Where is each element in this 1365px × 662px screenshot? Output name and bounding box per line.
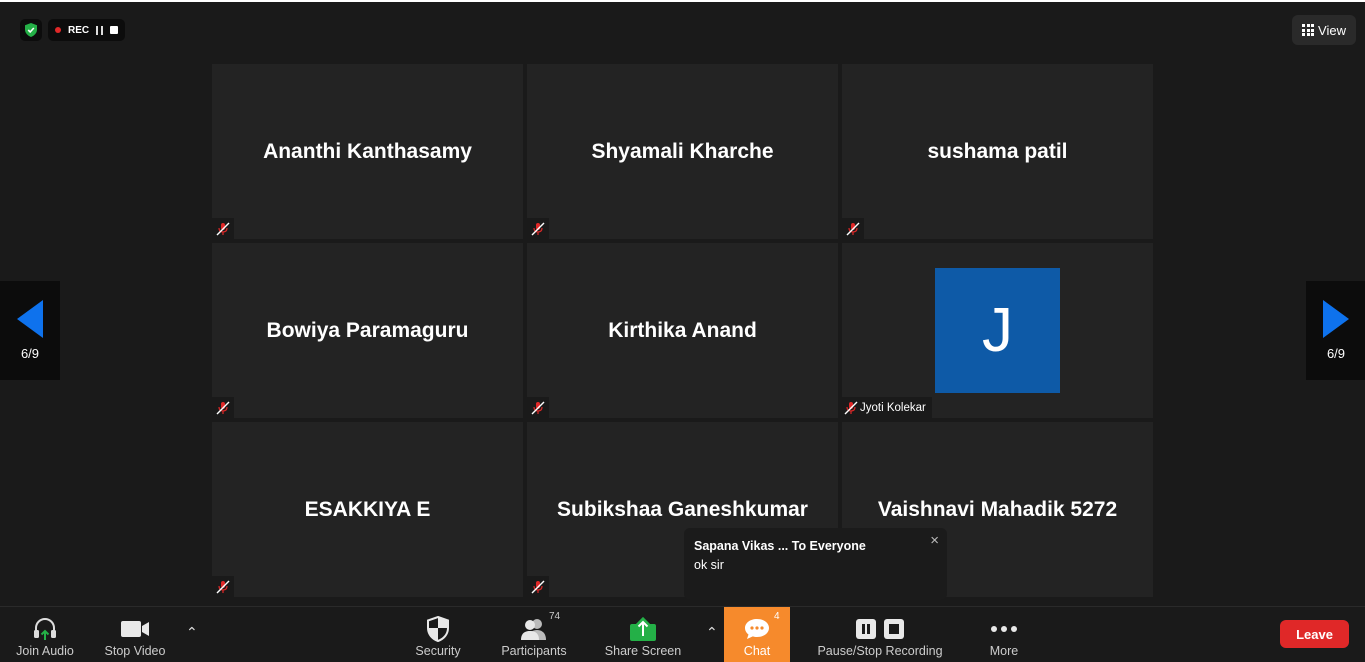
chat-label: Chat xyxy=(743,644,771,658)
participant-tile[interactable]: Ananthi Kanthasamy xyxy=(212,64,523,239)
recording-label: REC xyxy=(68,24,90,36)
recording-dot-icon xyxy=(55,27,61,33)
muted-mic-icon xyxy=(842,218,864,239)
chat-notification[interactable]: Sapana Vikas ... To Everyone ok sir × xyxy=(684,528,947,600)
muted-mic-icon xyxy=(527,218,549,239)
participants-button[interactable]: 74 Participants xyxy=(496,607,572,662)
chat-message: ok sir xyxy=(694,558,724,572)
arrow-right-icon xyxy=(1323,300,1349,338)
recording-indicator: REC xyxy=(48,19,126,41)
chat-button[interactable]: 4 Chat xyxy=(724,607,790,662)
participant-tile[interactable]: Shyamali Kharche xyxy=(527,64,838,239)
muted-mic-icon xyxy=(527,397,549,418)
chat-unread-count: 4 xyxy=(774,611,780,622)
participant-name: Kirthika Anand xyxy=(608,318,757,342)
participant-tile[interactable]: ESAKKIYA E xyxy=(212,422,523,597)
next-page-button[interactable]: 6/9 xyxy=(1306,281,1365,380)
previous-page-button[interactable]: 6/9 xyxy=(0,281,60,380)
stop-video-label: Stop Video xyxy=(104,644,166,658)
join-audio-label: Join Audio xyxy=(16,644,74,658)
meeting-toolbar: Join Audio Stop Video ⌃ Security 74 Part… xyxy=(0,606,1365,662)
window-top-border xyxy=(0,0,1365,2)
more-label: More xyxy=(989,644,1019,658)
meeting-status-bar: REC xyxy=(20,19,126,41)
stop-video-button[interactable]: Stop Video xyxy=(100,607,170,662)
participant-name: Vaishnavi Mahadik 5272 xyxy=(877,497,1118,521)
participant-name: Bowiya Paramaguru xyxy=(266,318,469,342)
headphones-icon xyxy=(32,614,58,644)
share-screen-label: Share Screen xyxy=(604,644,682,658)
share-screen-button[interactable]: Share Screen xyxy=(600,607,686,662)
participant-tile[interactable]: J Jyoti Kolekar xyxy=(842,243,1153,418)
participant-name: Subikshaa Ganeshkumar xyxy=(557,497,808,521)
avatar: J xyxy=(935,268,1060,393)
share-options-caret-icon[interactable]: ⌃ xyxy=(706,624,718,641)
stop-recording-icon[interactable] xyxy=(110,26,119,34)
share-screen-icon xyxy=(629,614,657,644)
participants-icon: 74 xyxy=(519,611,560,644)
muted-mic-icon xyxy=(212,397,234,418)
security-button[interactable]: Security xyxy=(408,607,468,662)
page-indicator-left: 6/9 xyxy=(20,346,40,361)
security-shield-icon xyxy=(427,614,449,644)
muted-mic-icon xyxy=(842,401,860,415)
grid-icon xyxy=(1302,24,1315,36)
pause-icon xyxy=(856,619,876,639)
video-camera-icon xyxy=(120,614,150,644)
participant-name: Ananthi Kanthasamy xyxy=(263,139,472,163)
participants-count: 74 xyxy=(549,611,561,622)
participants-label: Participants xyxy=(501,644,567,658)
pause-stop-recording-label: Pause/Stop Recording xyxy=(817,644,943,658)
muted-mic-icon xyxy=(527,576,549,597)
participant-tile[interactable]: sushama patil xyxy=(842,64,1153,239)
participant-tile[interactable]: Bowiya Paramaguru xyxy=(212,243,523,418)
chat-bubble-icon: 4 xyxy=(743,611,780,644)
more-button[interactable]: More xyxy=(978,607,1030,662)
view-button-label: View xyxy=(1318,22,1346,38)
join-audio-button[interactable]: Join Audio xyxy=(10,607,80,662)
muted-mic-icon xyxy=(212,576,234,597)
recording-controls xyxy=(856,614,904,644)
participant-name: Jyoti Kolekar xyxy=(860,401,926,414)
participant-name: Shyamali Kharche xyxy=(591,139,774,163)
arrow-left-icon xyxy=(17,300,43,338)
security-label: Security xyxy=(415,644,461,658)
view-button[interactable]: View xyxy=(1292,15,1356,45)
pause-stop-recording-button[interactable]: Pause/Stop Recording xyxy=(815,607,945,662)
more-dots-icon xyxy=(990,614,1018,644)
pause-recording-icon[interactable] xyxy=(96,25,104,35)
page-indicator-right: 6/9 xyxy=(1326,346,1346,361)
participant-name: sushama patil xyxy=(927,139,1068,163)
chat-sender: Sapana Vikas ... To Everyone xyxy=(694,539,866,553)
close-icon[interactable]: × xyxy=(930,532,939,549)
muted-mic-icon xyxy=(212,218,234,239)
participant-name: ESAKKIYA E xyxy=(304,497,431,521)
stop-icon xyxy=(884,619,904,639)
leave-button[interactable]: Leave xyxy=(1280,620,1349,648)
encryption-shield-icon[interactable] xyxy=(20,19,42,41)
participant-name-label: Jyoti Kolekar xyxy=(842,397,932,418)
participant-tile[interactable]: Kirthika Anand xyxy=(527,243,838,418)
video-options-caret-icon[interactable]: ⌃ xyxy=(186,624,198,641)
